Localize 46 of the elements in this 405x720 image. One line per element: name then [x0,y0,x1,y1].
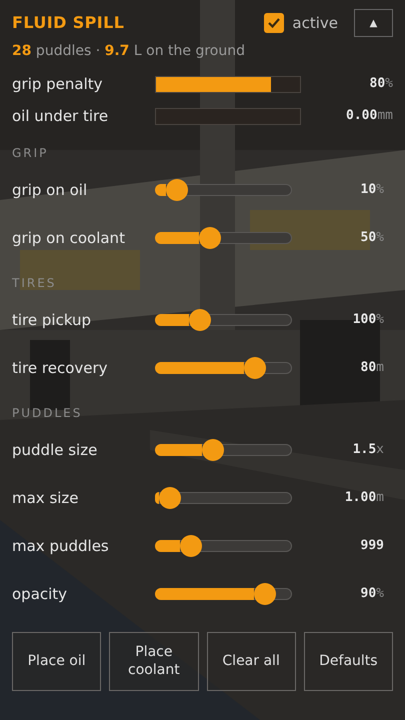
slider-fill [155,444,202,456]
slider[interactable] [155,487,292,509]
value-text: 10% [360,181,384,200]
slider-fill [155,540,180,552]
value-text: 50% [360,229,384,248]
section-heading: TIRES [12,275,58,292]
meter-label: grip penalty [12,74,104,95]
slider-label: tire pickup [12,310,92,331]
slider-label: grip on oil [12,180,88,201]
slider-fill [155,314,190,326]
slider-label: grip on coolant [12,228,126,249]
slider[interactable] [155,309,292,331]
panel-title: FLUID SPILL [12,12,124,34]
summary-text: 28 puddles · 9.7 L on the ground [12,42,246,61]
slider-label: max puddles [12,536,110,557]
value-text: 999 [360,537,384,556]
action-button[interactable]: Place oil [12,632,102,691]
slider-label: opacity [12,584,68,605]
section-heading: PUDDLES [12,405,84,422]
action-button[interactable]: Defaults [304,632,393,691]
slider[interactable] [155,227,292,249]
action-button[interactable]: Clear all [206,632,296,691]
check-icon [267,16,282,30]
slider[interactable] [155,357,292,379]
slider[interactable] [155,439,292,461]
slider-label: tire recovery [12,358,109,379]
value-text: 1.5x [352,441,384,460]
slider[interactable] [155,179,292,201]
slider[interactable] [155,535,292,557]
active-label: active [292,12,338,34]
slider-fill [155,232,199,244]
slider[interactable] [155,583,292,605]
slider-label: max size [12,488,80,509]
value-text: 100% [352,311,384,330]
value-text: 80m [360,359,384,378]
action-button[interactable]: Place coolant [109,632,198,691]
value-text: 1.00m [344,489,384,508]
meter-label: oil under tire [12,106,110,127]
slider-fill [155,492,160,504]
value-text: 80% [368,75,393,94]
value-text: 0.00mm [345,107,393,126]
slider-label: puddle size [12,440,98,461]
value-text: 90% [360,585,384,604]
active-checkbox[interactable] [264,13,284,33]
collapse-button[interactable]: ▲ [354,9,393,37]
section-heading: GRIP [12,145,50,162]
